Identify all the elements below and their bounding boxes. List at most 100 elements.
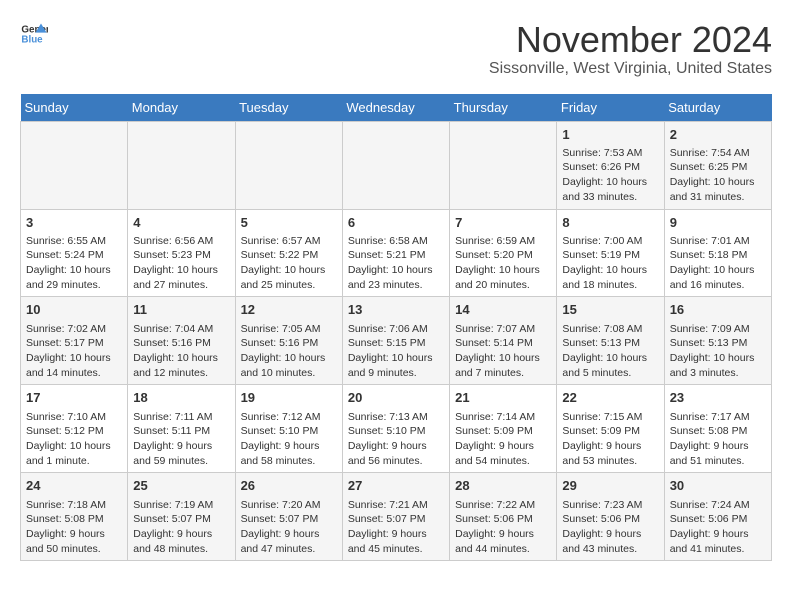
calendar-cell: 16 Sunrise: 7:09 AM Sunset: 5:13 PM Dayli… (664, 297, 771, 385)
day-header-monday: Monday (128, 94, 235, 122)
calendar-cell: 24 Sunrise: 7:18 AM Sunset: 5:08 PM Dayli… (21, 473, 128, 561)
day-number: 23 (670, 389, 766, 407)
calendar-cell: 17 Sunrise: 7:10 AM Sunset: 5:12 PM Dayli… (21, 385, 128, 473)
day-info: Sunrise: 7:09 AM Sunset: 5:13 PM Dayligh… (670, 322, 766, 381)
day-number: 14 (455, 301, 551, 319)
calendar-cell (342, 121, 449, 209)
day-number: 9 (670, 214, 766, 232)
header: General Blue November 2024 Sissonville, … (20, 20, 772, 78)
day-info: Sunrise: 7:02 AM Sunset: 5:17 PM Dayligh… (26, 322, 122, 381)
day-info: Sunrise: 7:12 AM Sunset: 5:10 PM Dayligh… (241, 410, 337, 469)
week-row-1: 1Sunrise: 7:53 AM Sunset: 6:26 PM Daylig… (21, 121, 772, 209)
calendar-cell: 14 Sunrise: 7:07 AM Sunset: 5:14 PM Dayli… (450, 297, 557, 385)
week-row-3: 10 Sunrise: 7:02 AM Sunset: 5:17 PM Dayli… (21, 297, 772, 385)
day-info: Sunrise: 7:18 AM Sunset: 5:08 PM Dayligh… (26, 498, 122, 557)
calendar-cell: 25Sunrise: 7:19 AM Sunset: 5:07 PM Dayli… (128, 473, 235, 561)
day-header-wednesday: Wednesday (342, 94, 449, 122)
calendar-cell: 12 Sunrise: 7:05 AM Sunset: 5:16 PM Dayli… (235, 297, 342, 385)
logo-icon: General Blue (20, 20, 48, 48)
calendar-cell: 7 Sunrise: 6:59 AM Sunset: 5:20 PM Daylig… (450, 209, 557, 297)
day-number: 24 (26, 477, 122, 495)
title-block: November 2024 Sissonville, West Virginia… (489, 20, 772, 78)
day-number: 10 (26, 301, 122, 319)
calendar-cell: 21 Sunrise: 7:14 AM Sunset: 5:09 PM Dayli… (450, 385, 557, 473)
calendar-cell: 20Sunrise: 7:13 AM Sunset: 5:10 PM Dayli… (342, 385, 449, 473)
day-info: Sunrise: 6:56 AM Sunset: 5:23 PM Dayligh… (133, 234, 229, 293)
day-info: Sunrise: 7:22 AM Sunset: 5:06 PM Dayligh… (455, 498, 551, 557)
day-number: 15 (562, 301, 658, 319)
svg-text:Blue: Blue (21, 34, 43, 45)
calendar-cell: 8Sunrise: 7:00 AM Sunset: 5:19 PM Daylig… (557, 209, 664, 297)
calendar-cell (128, 121, 235, 209)
day-info: Sunrise: 7:07 AM Sunset: 5:14 PM Dayligh… (455, 322, 551, 381)
day-number: 12 (241, 301, 337, 319)
day-info: Sunrise: 7:10 AM Sunset: 5:12 PM Dayligh… (26, 410, 122, 469)
day-number: 8 (562, 214, 658, 232)
day-number: 19 (241, 389, 337, 407)
day-info: Sunrise: 7:11 AM Sunset: 5:11 PM Dayligh… (133, 410, 229, 469)
calendar-cell: 5Sunrise: 6:57 AM Sunset: 5:22 PM Daylig… (235, 209, 342, 297)
day-info: Sunrise: 7:20 AM Sunset: 5:07 PM Dayligh… (241, 498, 337, 557)
calendar-cell: 27 Sunrise: 7:21 AM Sunset: 5:07 PM Dayli… (342, 473, 449, 561)
calendar-cell: 11 Sunrise: 7:04 AM Sunset: 5:16 PM Dayli… (128, 297, 235, 385)
day-number: 6 (348, 214, 444, 232)
day-info: Sunrise: 7:04 AM Sunset: 5:16 PM Dayligh… (133, 322, 229, 381)
day-number: 17 (26, 389, 122, 407)
calendar-cell: 9 Sunrise: 7:01 AM Sunset: 5:18 PM Daylig… (664, 209, 771, 297)
calendar-cell: 10 Sunrise: 7:02 AM Sunset: 5:17 PM Dayli… (21, 297, 128, 385)
calendar-cell: 19 Sunrise: 7:12 AM Sunset: 5:10 PM Dayli… (235, 385, 342, 473)
day-number: 18 (133, 389, 229, 407)
day-info: Sunrise: 7:24 AM Sunset: 5:06 PM Dayligh… (670, 498, 766, 557)
day-info: Sunrise: 7:23 AM Sunset: 5:06 PM Dayligh… (562, 498, 658, 557)
calendar-cell: 2 Sunrise: 7:54 AM Sunset: 6:25 PM Daylig… (664, 121, 771, 209)
logo: General Blue (20, 20, 48, 48)
week-row-2: 3Sunrise: 6:55 AM Sunset: 5:24 PM Daylig… (21, 209, 772, 297)
day-number: 13 (348, 301, 444, 319)
calendar-cell: 23 Sunrise: 7:17 AM Sunset: 5:08 PM Dayli… (664, 385, 771, 473)
day-number: 28 (455, 477, 551, 495)
day-number: 22 (562, 389, 658, 407)
day-info: Sunrise: 7:14 AM Sunset: 5:09 PM Dayligh… (455, 410, 551, 469)
day-info: Sunrise: 7:54 AM Sunset: 6:25 PM Dayligh… (670, 146, 766, 205)
day-info: Sunrise: 7:21 AM Sunset: 5:07 PM Dayligh… (348, 498, 444, 557)
calendar-cell: 13 Sunrise: 7:06 AM Sunset: 5:15 PM Dayli… (342, 297, 449, 385)
day-info: Sunrise: 6:58 AM Sunset: 5:21 PM Dayligh… (348, 234, 444, 293)
calendar-cell: 3Sunrise: 6:55 AM Sunset: 5:24 PM Daylig… (21, 209, 128, 297)
calendar-cell: 29Sunrise: 7:23 AM Sunset: 5:06 PM Dayli… (557, 473, 664, 561)
day-info: Sunrise: 6:55 AM Sunset: 5:24 PM Dayligh… (26, 234, 122, 293)
calendar-cell: 30Sunrise: 7:24 AM Sunset: 5:06 PM Dayli… (664, 473, 771, 561)
day-info: Sunrise: 7:01 AM Sunset: 5:18 PM Dayligh… (670, 234, 766, 293)
calendar-cell: 18 Sunrise: 7:11 AM Sunset: 5:11 PM Dayli… (128, 385, 235, 473)
day-number: 27 (348, 477, 444, 495)
calendar-cell: 28 Sunrise: 7:22 AM Sunset: 5:06 PM Dayli… (450, 473, 557, 561)
day-header-saturday: Saturday (664, 94, 771, 122)
day-info: Sunrise: 7:05 AM Sunset: 5:16 PM Dayligh… (241, 322, 337, 381)
calendar-cell: 4 Sunrise: 6:56 AM Sunset: 5:23 PM Daylig… (128, 209, 235, 297)
day-number: 4 (133, 214, 229, 232)
calendar-cell (450, 121, 557, 209)
calendar-table: SundayMondayTuesdayWednesdayThursdayFrid… (20, 94, 772, 562)
day-number: 7 (455, 214, 551, 232)
day-header-friday: Friday (557, 94, 664, 122)
day-info: Sunrise: 7:06 AM Sunset: 5:15 PM Dayligh… (348, 322, 444, 381)
day-info: Sunrise: 7:53 AM Sunset: 6:26 PM Dayligh… (562, 146, 658, 205)
day-number: 25 (133, 477, 229, 495)
main-title: November 2024 (489, 20, 772, 60)
subtitle: Sissonville, West Virginia, United State… (489, 60, 772, 78)
day-number: 16 (670, 301, 766, 319)
day-number: 2 (670, 126, 766, 144)
day-header-sunday: Sunday (21, 94, 128, 122)
week-row-4: 17 Sunrise: 7:10 AM Sunset: 5:12 PM Dayli… (21, 385, 772, 473)
week-row-5: 24 Sunrise: 7:18 AM Sunset: 5:08 PM Dayli… (21, 473, 772, 561)
day-info: Sunrise: 7:17 AM Sunset: 5:08 PM Dayligh… (670, 410, 766, 469)
day-headers-row: SundayMondayTuesdayWednesdayThursdayFrid… (21, 94, 772, 122)
day-header-thursday: Thursday (450, 94, 557, 122)
day-info: Sunrise: 6:59 AM Sunset: 5:20 PM Dayligh… (455, 234, 551, 293)
calendar-cell (21, 121, 128, 209)
day-number: 11 (133, 301, 229, 319)
day-number: 20 (348, 389, 444, 407)
day-number: 26 (241, 477, 337, 495)
day-number: 21 (455, 389, 551, 407)
calendar-cell (235, 121, 342, 209)
day-header-tuesday: Tuesday (235, 94, 342, 122)
